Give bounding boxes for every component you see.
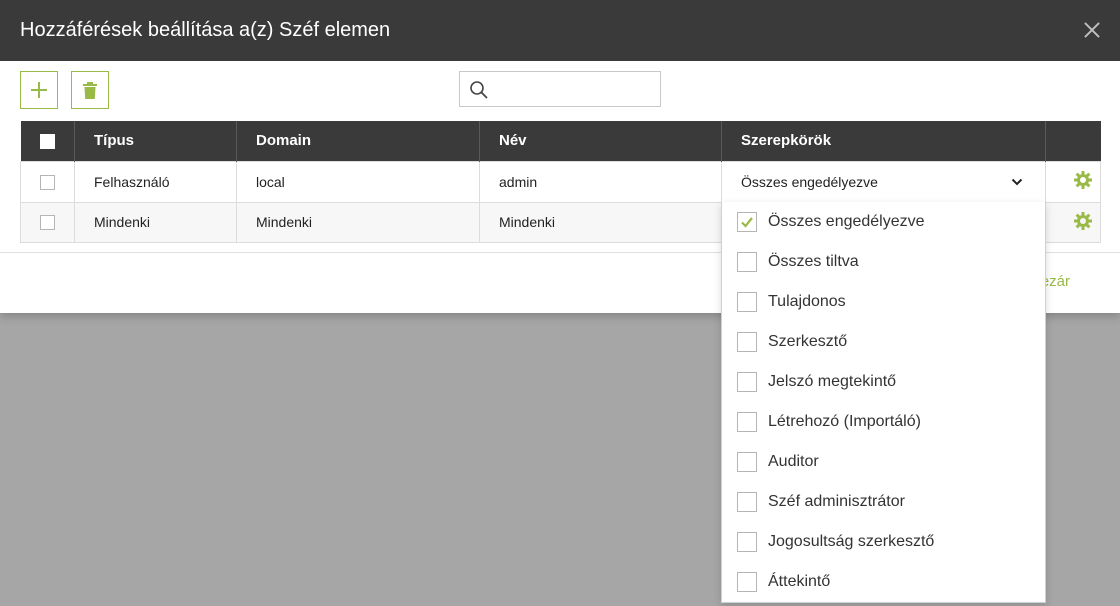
option-label: Jogosultság szerkesztő: [768, 533, 935, 550]
table-row: Felhasználó local admin Összes engedélye…: [20, 160, 1101, 203]
dropdown-option[interactable]: Szerkesztő: [722, 322, 1045, 362]
row-checkbox[interactable]: [40, 174, 55, 190]
search-input[interactable]: [494, 76, 654, 102]
checkmark-icon: [741, 217, 753, 228]
option-label: Jelszó megtekintő: [768, 373, 897, 390]
option-label: Összes engedélyezve: [768, 213, 925, 230]
option-label: Összes tiltva: [768, 253, 859, 270]
cell-domain: Mindenki: [236, 201, 480, 243]
table-header-row: Típus Domain Név Szerepkörök: [20, 121, 1101, 161]
row-checkbox[interactable]: [40, 215, 55, 231]
row-select-cell: [20, 160, 75, 203]
dropdown-option[interactable]: Összes engedélyezve: [722, 202, 1045, 242]
option-checkbox[interactable]: [737, 212, 757, 232]
option-checkbox[interactable]: [737, 572, 757, 592]
modal-title: Hozzáférések beállítása a(z) Széf elemen: [20, 19, 391, 41]
option-label: Auditor: [768, 453, 819, 470]
column-header-type[interactable]: Típus: [74, 121, 237, 161]
cell-name: Mindenki: [479, 201, 722, 243]
gear-icon[interactable]: [1073, 211, 1092, 230]
option-label: Tulajdonos: [768, 293, 846, 310]
roles-select[interactable]: Összes engedélyezve: [741, 162, 1045, 202]
roles-select-value: Összes engedélyezve: [741, 173, 878, 190]
search-icon: [470, 81, 488, 99]
option-checkbox[interactable]: [737, 532, 757, 552]
search-box[interactable]: [459, 71, 661, 107]
dropdown-option[interactable]: Auditor: [722, 442, 1045, 482]
cell-roles: Összes engedélyezve: [721, 160, 1046, 203]
column-header-roles[interactable]: Szerepkörök: [721, 121, 1046, 161]
option-label: Áttekintő: [768, 573, 831, 590]
cell-type: Felhasználó: [74, 160, 237, 203]
dropdown-option[interactable]: Jelszó megtekintő: [722, 362, 1045, 402]
dropdown-option[interactable]: Létrehozó (Importáló): [722, 402, 1045, 442]
column-header-domain[interactable]: Domain: [236, 121, 480, 161]
cell-domain: local: [236, 160, 480, 203]
select-all-checkbox[interactable]: [39, 133, 55, 149]
dropdown-option[interactable]: Széf adminisztrátor: [722, 482, 1045, 522]
option-label: Széf adminisztrátor: [768, 493, 905, 510]
cell-name: admin: [479, 160, 722, 203]
chevron-down-icon: [1011, 178, 1023, 185]
cell-type: Mindenki: [74, 201, 237, 243]
option-checkbox[interactable]: [737, 332, 757, 352]
roles-dropdown: Összes engedélyezve Összes tiltva Tulajdon…: [721, 202, 1046, 603]
dropdown-option[interactable]: Tulajdonos: [722, 282, 1045, 322]
dropdown-option[interactable]: Összes tiltva: [722, 242, 1045, 282]
add-button[interactable]: [20, 71, 58, 109]
gear-icon[interactable]: [1073, 171, 1092, 189]
delete-button[interactable]: [71, 71, 109, 109]
option-checkbox[interactable]: [737, 292, 757, 312]
dropdown-option[interactable]: Jogosultság szerkesztő: [722, 522, 1045, 562]
plus-icon: [31, 82, 47, 98]
option-checkbox[interactable]: [737, 412, 757, 432]
column-header-name[interactable]: Név: [479, 121, 722, 161]
option-checkbox[interactable]: [737, 452, 757, 472]
select-all-cell: [20, 121, 75, 161]
option-checkbox[interactable]: [737, 372, 757, 392]
option-label: Szerkesztő: [768, 333, 848, 350]
option-label: Létrehozó (Importáló): [768, 413, 921, 430]
option-checkbox[interactable]: [737, 252, 757, 272]
option-checkbox[interactable]: [737, 492, 757, 512]
row-select-cell: [20, 201, 75, 243]
close-icon[interactable]: [1082, 20, 1102, 40]
row-settings-cell: [1045, 160, 1101, 203]
dropdown-option[interactable]: Áttekintő: [722, 562, 1045, 602]
trash-icon: [83, 81, 97, 99]
row-settings-cell: [1045, 201, 1101, 243]
modal-header: Hozzáférések beállítása a(z) Széf elemen: [0, 0, 1120, 61]
column-header-actions: [1045, 121, 1101, 161]
